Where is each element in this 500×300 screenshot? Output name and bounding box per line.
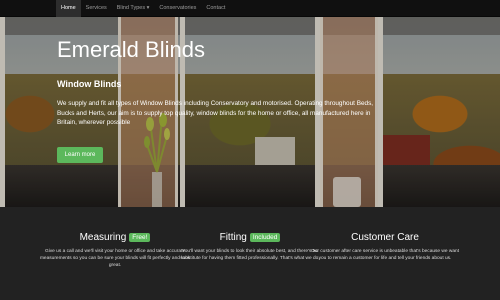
included-badge: Included — [249, 233, 281, 242]
features-section: Measuring Free! Give us a call and we'll… — [0, 207, 500, 300]
nav-blind-types-dropdown[interactable]: Blind Types ▾ — [112, 0, 155, 17]
hero-banner: Emerald Blinds Window Blinds We supply a… — [0, 17, 500, 207]
nav-conservatories[interactable]: Conservatories — [154, 0, 201, 17]
feature-title: Measuring — [79, 232, 127, 243]
hero-description: We supply and fit all types of Window Bl… — [57, 100, 374, 127]
feature-title: Customer Care — [351, 232, 419, 243]
hero-subtitle: Window Blinds — [57, 79, 122, 89]
navbar: Home Services Blind Types ▾ Conservatori… — [0, 0, 500, 17]
free-badge: Free! — [129, 233, 151, 242]
hero-title: Emerald Blinds — [57, 37, 205, 62]
nav-contact[interactable]: Contact — [201, 0, 230, 17]
feature-customer-care: Customer Care Our customer after care se… — [305, 232, 465, 263]
nav-home[interactable]: Home — [56, 0, 81, 17]
learn-more-button[interactable]: Learn more — [57, 147, 103, 163]
nav-menu: Home Services Blind Types ▾ Conservatori… — [56, 0, 230, 17]
feature-text: Our customer after care service is unbea… — [310, 249, 460, 261]
feature-title: Fitting — [219, 232, 247, 243]
nav-services[interactable]: Services — [81, 0, 112, 17]
